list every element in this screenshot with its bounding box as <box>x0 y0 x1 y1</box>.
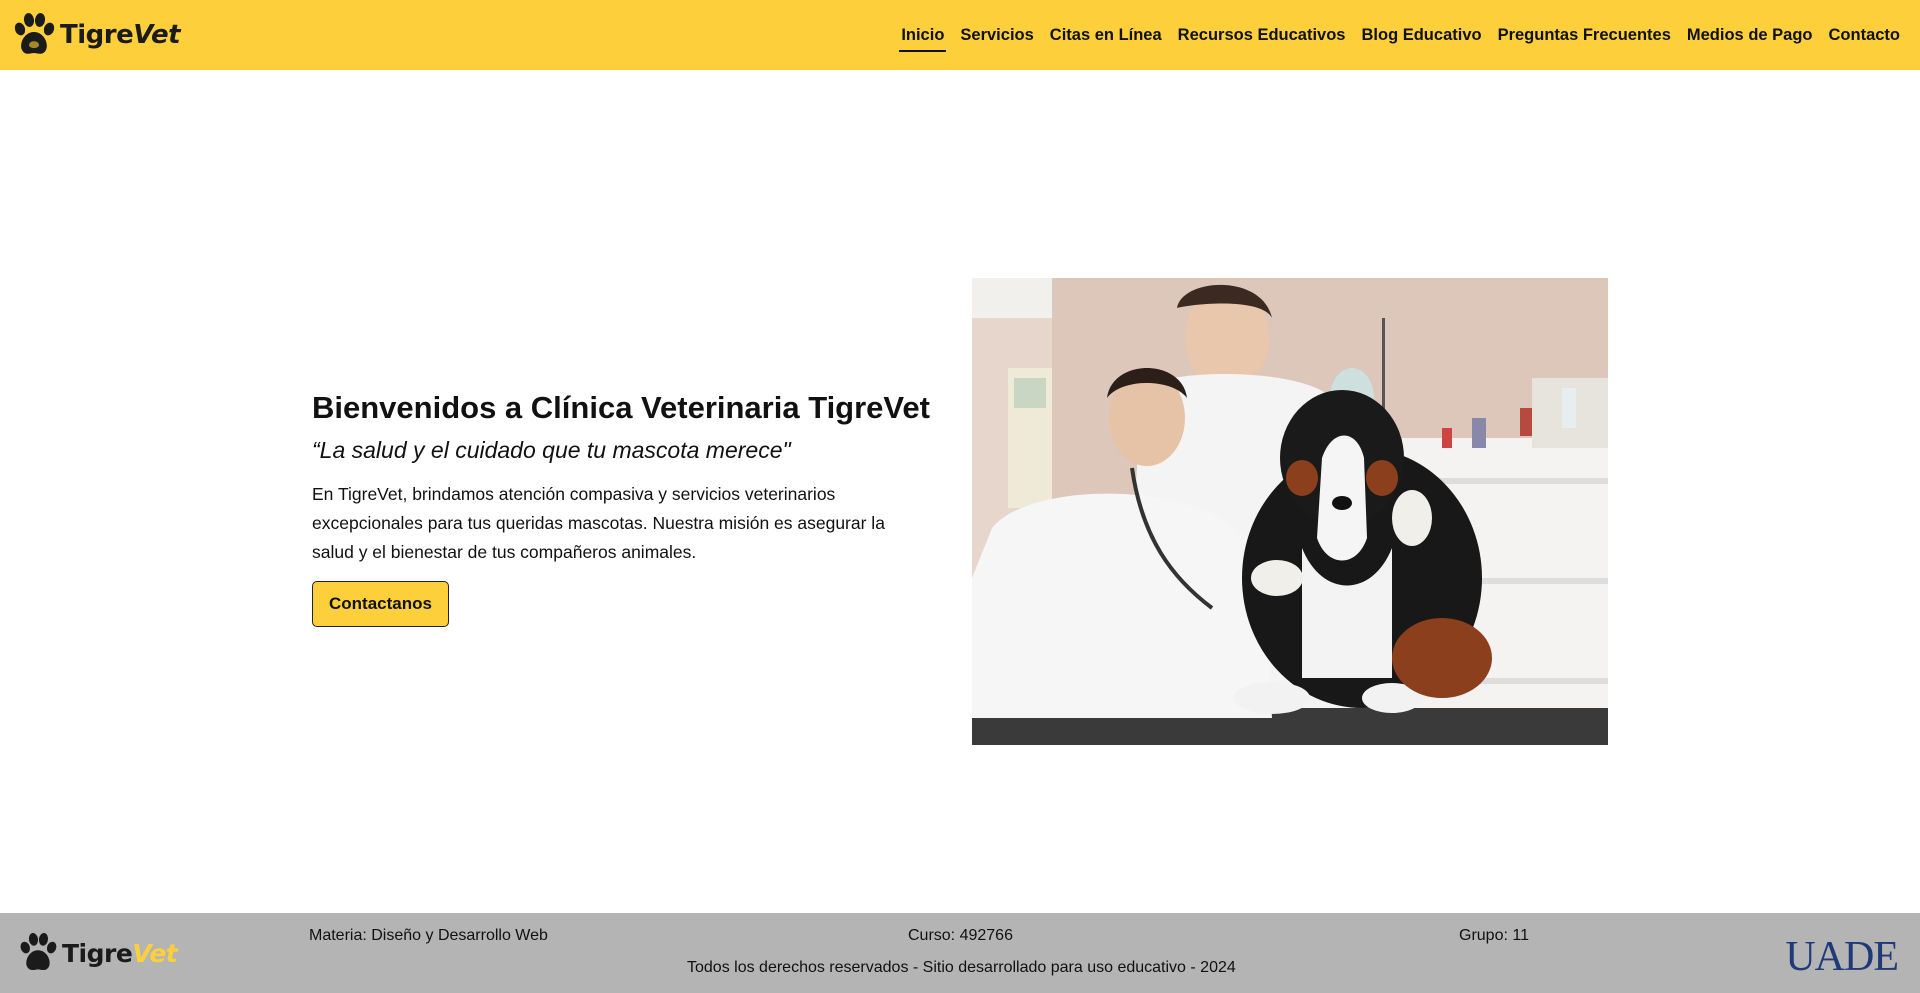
brand-name-part2: Vet <box>133 20 181 50</box>
footer-brand-name: TigreVet <box>62 938 178 968</box>
main-nav: Inicio Servicios Citas en Línea Recursos… <box>893 0 1908 70</box>
nav-item-pagos[interactable]: Medios de Pago <box>1679 0 1821 70</box>
footer-curso: Curso: 492766 <box>908 927 1013 944</box>
vets-photo-illustration <box>972 278 1608 745</box>
contact-button[interactable]: Contactanos <box>312 581 449 628</box>
nav-item-citas[interactable]: Citas en Línea <box>1042 0 1170 70</box>
hero-section: Bienvenidos a Clínica Veterinaria TigreV… <box>312 388 932 628</box>
brand-name: TigreVet <box>60 20 181 50</box>
footer-grupo: Grupo: 11 <box>1459 927 1529 944</box>
hero-title: Bienvenidos a Clínica Veterinaria TigreV… <box>312 390 930 425</box>
nav-item-recursos[interactable]: Recursos Educativos <box>1170 0 1354 70</box>
uade-logo: UADE <box>1785 934 1899 980</box>
paw-print-icon <box>20 933 57 971</box>
hero-description: En TigreVet, brindamos atención compasiv… <box>312 484 885 563</box>
hero-image-vets-with-dog <box>972 278 1608 745</box>
nav-item-contacto[interactable]: Contacto <box>1821 0 1909 70</box>
nav-item-servicios[interactable]: Servicios <box>952 0 1041 70</box>
nav-item-blog[interactable]: Blog Educativo <box>1353 0 1489 70</box>
paw-print-icon <box>14 13 55 54</box>
footer-brand-name-part1: Tigre <box>62 938 133 968</box>
top-navbar: TigreVet Inicio Servicios Citas en Línea… <box>0 0 1920 70</box>
brand-name-part1: Tigre <box>60 20 134 50</box>
nav-item-inicio[interactable]: Inicio <box>893 0 952 70</box>
footer-brand-name-part2: Vet <box>132 938 178 968</box>
footer-rights: Todos los derechos reservados - Sitio de… <box>687 959 1236 976</box>
footer-brand-logo[interactable]: TigreVet <box>18 931 178 975</box>
brand-logo[interactable]: TigreVet <box>12 12 181 58</box>
hero-quote: “La salud y el cuidado que tu mascota me… <box>312 437 791 464</box>
footer-materia: Materia: Diseño y Desarrollo Web <box>309 927 548 944</box>
nav-item-faq[interactable]: Preguntas Frecuentes <box>1490 0 1679 70</box>
site-footer: TigreVet Materia: Diseño y Desarrollo We… <box>0 913 1920 993</box>
